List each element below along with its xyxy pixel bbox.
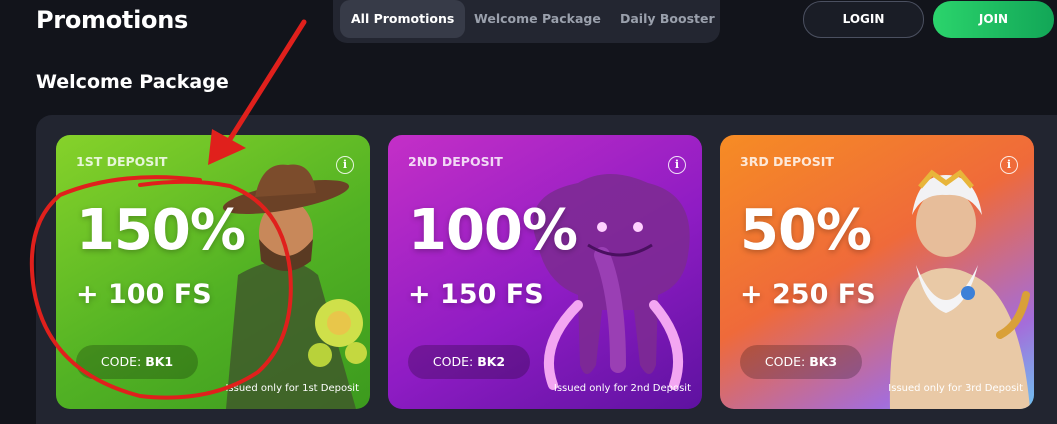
deposit-label: 3RD DEPOSIT (740, 154, 834, 169)
info-icon[interactable]: i (668, 156, 686, 174)
promo-code-badge[interactable]: CODE: BK2 (408, 345, 530, 379)
deposit-label: 2ND DEPOSIT (408, 154, 503, 169)
code-label: CODE: (764, 354, 806, 369)
tab-daily-booster[interactable]: Daily Booster (620, 0, 715, 38)
issued-note: Issued only for 1st Deposit (225, 383, 359, 394)
code-value: BK1 (145, 354, 174, 369)
join-button[interactable]: JOIN (933, 1, 1054, 38)
code-label: CODE: (432, 354, 474, 369)
info-icon[interactable]: i (1000, 156, 1018, 174)
section-title: Welcome Package (36, 71, 229, 93)
deposit-label: 1ST DEPOSIT (76, 154, 168, 169)
promo-code-badge[interactable]: CODE: BK3 (740, 345, 862, 379)
tab-welcome-package[interactable]: Welcome Package (474, 0, 601, 38)
free-spins: + 150 FS (408, 279, 544, 310)
bonus-percent: 150% (76, 198, 246, 263)
page-title: Promotions (36, 6, 188, 34)
promo-card-1st-deposit[interactable]: 1ST DEPOSIT i 150% + 100 FS CODE: BK1 Is… (56, 135, 370, 409)
issued-note: Issued only for 2nd Deposit (553, 383, 691, 394)
info-icon[interactable]: i (336, 156, 354, 174)
code-value: BK2 (477, 354, 506, 369)
bonus-percent: 50% (740, 198, 872, 263)
code-label: CODE: (100, 354, 142, 369)
free-spins: + 250 FS (740, 279, 876, 310)
login-button[interactable]: LOGIN (803, 1, 924, 38)
promo-card-2nd-deposit[interactable]: 2ND DEPOSIT i 100% + 150 FS CODE: BK2 Is… (388, 135, 702, 409)
promo-card-3rd-deposit[interactable]: 3RD DEPOSIT i 50% + 250 FS CODE: BK3 Iss… (720, 135, 1034, 409)
promotion-tabs: All Promotions Welcome Package Daily Boo… (333, 0, 720, 43)
promo-code-badge[interactable]: CODE: BK1 (76, 345, 198, 379)
code-value: BK3 (809, 354, 838, 369)
bonus-percent: 100% (408, 198, 578, 263)
issued-note: Issued only for 3rd Deposit (888, 383, 1023, 394)
free-spins: + 100 FS (76, 279, 212, 310)
tab-all-promotions[interactable]: All Promotions (340, 0, 466, 38)
